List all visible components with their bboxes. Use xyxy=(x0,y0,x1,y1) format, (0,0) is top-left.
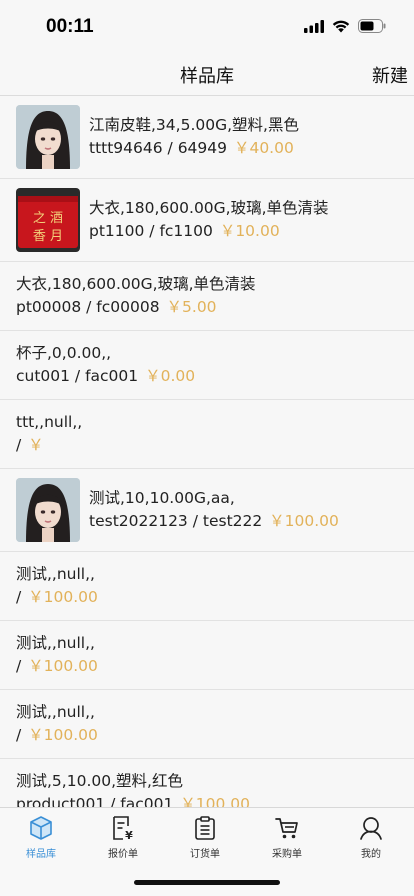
tab-label: 订货单 xyxy=(190,849,220,860)
wifi-icon xyxy=(332,20,350,32)
item-price: ￥10.00 xyxy=(219,222,280,240)
list-item[interactable]: ttt,,null,, / ￥ xyxy=(0,400,414,469)
item-codes: cut001 / fac001 xyxy=(16,367,139,385)
tab-quotation[interactable]: ¥ 报价单 xyxy=(82,814,164,860)
item-title: 大衣,180,600.00G,玻璃,单色清装 xyxy=(16,275,256,293)
status-time: 00:11 xyxy=(46,16,94,37)
status-bar: 00:11 xyxy=(0,0,414,54)
product-thumbnail xyxy=(16,105,80,169)
item-codes: / xyxy=(16,588,22,606)
item-price: ￥40.00 xyxy=(233,139,294,157)
item-title: 江南皮鞋,34,5.00G,塑料,黑色 xyxy=(89,116,299,134)
item-codes: pt1100 / fc1100 xyxy=(89,222,213,240)
battery-icon xyxy=(358,19,386,33)
tab-order[interactable]: 订货单 xyxy=(164,814,246,860)
item-title: 杯子,0,0.00,, xyxy=(16,344,112,362)
list-item[interactable]: 江南皮鞋,34,5.00G,塑料,黑色 tttt94646 / 64949 ￥4… xyxy=(0,96,414,179)
item-codes: / xyxy=(16,726,22,744)
item-title: 测试,,null,, xyxy=(16,634,95,652)
navigation-bar: 样品库 新建 xyxy=(0,54,414,96)
list-item[interactable]: 测试,,null,, / ￥100.00 xyxy=(0,552,414,621)
box-icon xyxy=(30,816,52,840)
clipboard-icon xyxy=(195,816,215,840)
card-text-line1: 之 酒 xyxy=(33,211,63,226)
item-price: ￥5.00 xyxy=(166,298,217,316)
list-item[interactable]: 测试,,null,, / ￥100.00 xyxy=(0,621,414,690)
item-price: ￥ xyxy=(28,436,44,454)
tab-purchase[interactable]: 采购单 xyxy=(246,814,328,860)
item-codes: / xyxy=(16,657,22,675)
list-item[interactable]: 之 酒 香 月 大衣,180,600.00G,玻璃,单色清装 pt1100 / … xyxy=(0,179,414,262)
status-icons xyxy=(304,19,386,33)
list-item[interactable]: 测试,10,10.00G,aa, test2022123 / test222 ￥… xyxy=(0,469,414,552)
card-text-line2: 香 月 xyxy=(33,229,63,244)
item-price: ￥100.00 xyxy=(28,657,98,675)
item-codes: / xyxy=(16,436,22,454)
item-price: ￥100.00 xyxy=(269,512,339,530)
tab-sample-library[interactable]: 样品库 xyxy=(0,814,82,860)
item-price: ￥100.00 xyxy=(180,795,251,807)
svg-text:¥: ¥ xyxy=(125,829,133,841)
list-item[interactable]: 测试,,null,, / ￥100.00 xyxy=(0,690,414,759)
tab-mine[interactable]: 我的 xyxy=(330,814,412,860)
tab-label: 我的 xyxy=(361,849,381,860)
product-thumbnail: 之 酒 香 月 xyxy=(16,188,80,252)
tab-label: 样品库 xyxy=(26,849,56,860)
item-price: ￥100.00 xyxy=(28,726,98,744)
tab-label: 报价单 xyxy=(108,849,138,860)
item-price: ￥100.00 xyxy=(28,588,98,606)
cart-icon xyxy=(275,818,298,839)
new-button[interactable]: 新建 xyxy=(372,62,408,88)
user-icon xyxy=(360,817,382,840)
list-item[interactable]: 大衣,180,600.00G,玻璃,单色清装 pt00008 / fc00008… xyxy=(0,262,414,331)
page-title: 样品库 xyxy=(180,66,234,87)
item-codes: product001 / fac001 xyxy=(16,795,174,807)
product-thumbnail xyxy=(16,478,80,542)
item-codes: pt00008 / fc00008 xyxy=(16,298,160,316)
list-item[interactable]: 测试,5,10.00,塑料,红色 product001 / fac001 ￥10… xyxy=(0,759,414,807)
sample-list[interactable]: 江南皮鞋,34,5.00G,塑料,黑色 tttt94646 / 64949 ￥4… xyxy=(0,96,414,807)
home-indicator[interactable] xyxy=(134,880,280,885)
item-title: 测试,,null,, xyxy=(16,565,95,583)
tab-label: 采购单 xyxy=(272,849,302,860)
quote-icon: ¥ xyxy=(113,816,133,841)
item-title: 测试,,null,, xyxy=(16,703,95,721)
item-codes: test2022123 / test222 xyxy=(89,512,263,530)
item-title: 大衣,180,600.00G,玻璃,单色清装 xyxy=(89,199,329,217)
item-codes: tttt94646 / 64949 xyxy=(89,139,228,157)
signal-icon xyxy=(304,19,324,33)
item-price: ￥0.00 xyxy=(145,367,196,385)
item-title: 测试,5,10.00,塑料,红色 xyxy=(16,772,183,790)
item-title: ttt,,null,, xyxy=(16,413,83,431)
list-item[interactable]: 杯子,0,0.00,, cut001 / fac001 ￥0.00 xyxy=(0,331,414,400)
item-title: 测试,10,10.00G,aa, xyxy=(89,489,235,507)
